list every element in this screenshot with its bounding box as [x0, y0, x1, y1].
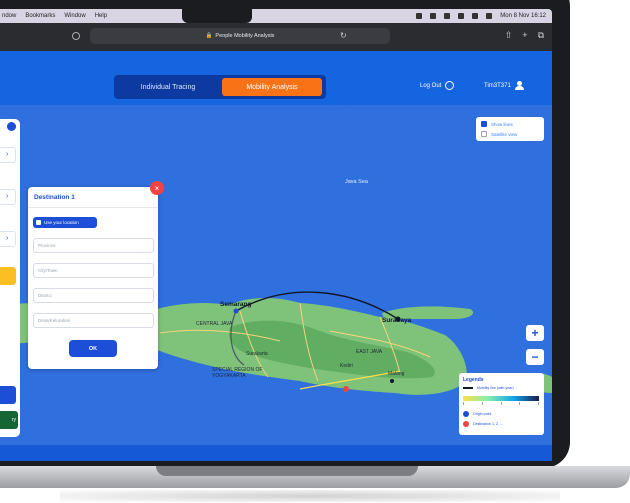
village-field[interactable]: Desa/Kelurahan [33, 313, 154, 328]
search-icon[interactable] [472, 13, 479, 19]
destination-dialog: Destination 1 × Use your location Provin… [28, 181, 164, 369]
destination-point-1 [343, 386, 349, 392]
share-icon[interactable]: ⇧ [505, 30, 513, 41]
checkbox-icon [36, 220, 41, 225]
battery-icon[interactable] [430, 13, 437, 19]
city-semarang: Semarang [220, 301, 252, 308]
app-status-icon[interactable] [416, 13, 423, 19]
dialog-title: Destination 1 [34, 194, 75, 201]
sidebar-toggle-dot[interactable] [7, 122, 16, 131]
username: Tim3T371 [484, 82, 511, 89]
chevron-right-icon: › [6, 193, 9, 200]
ok-button[interactable]: OK [69, 340, 117, 357]
legend-destination-row: Destination 1, 2, ... [463, 421, 503, 427]
user-icon [514, 81, 524, 90]
menubar-clock[interactable]: Mon 8 Nov 16:12 [500, 13, 546, 19]
city-kediri: Kediri [340, 363, 353, 369]
sidebar-row-2[interactable]: › [0, 189, 16, 205]
tab-individual-tracing[interactable]: Individual Tracing [118, 78, 218, 96]
power-icon [445, 81, 455, 90]
user-menu[interactable]: Tim3T371 [484, 81, 524, 90]
tabs-overview-icon[interactable]: ⧉ [538, 30, 544, 41]
new-tab-icon[interactable]: + [522, 30, 527, 41]
chevron-right-icon: › [6, 151, 9, 158]
legend-route-label: Mobility line (with year) [477, 386, 514, 390]
chevron-right-icon: › [6, 235, 9, 242]
lock-icon: 🔒 [205, 33, 213, 39]
use-location-label: Use your location [44, 220, 79, 225]
district-field[interactable]: District [33, 288, 154, 303]
bluetooth-icon[interactable] [458, 13, 465, 19]
app-navbar: Individual Tracing Mobility Analysis Log… [0, 51, 552, 105]
menu-item-window-partial[interactable]: ndow [2, 13, 16, 19]
logout-label: Log Out [420, 82, 442, 89]
show-lines-label: Show lines [491, 121, 513, 127]
city-surabaya: Surabaya [382, 317, 412, 324]
destination-dot-icon [463, 421, 469, 427]
year-gradient-scale [463, 396, 539, 401]
privacy-shield-icon[interactable] [72, 32, 80, 40]
zoom-out-button[interactable]: − [526, 349, 544, 365]
region-yogyakarta: SPECIAL REGION OF YOGYAKARTA [212, 367, 263, 379]
logout-button[interactable]: Log Out [420, 81, 455, 90]
laptop-hinge [156, 466, 418, 476]
year-gradient-ticks [463, 402, 539, 406]
tab-mobility-analysis[interactable]: Mobility Analysis [222, 78, 322, 96]
origin-dot-icon [463, 411, 469, 417]
address-bar-text: People Mobility Analysis [215, 33, 275, 39]
screen: ndow Bookmarks Window Help Mon 8 Nov 16:… [0, 9, 552, 461]
city-malang: Malang [388, 371, 405, 377]
legend-destination-label: Destination 1, 2, ... [473, 422, 503, 426]
sidebar-blue-button[interactable] [0, 386, 16, 404]
route-line-icon [463, 387, 473, 389]
browser-chrome: 🔒 People Mobility Analysis ↻ ⇧ + ⧉ [0, 23, 552, 51]
satellite-toggle[interactable]: Satellite view [481, 131, 517, 137]
legend-route-row: Mobility line (with year) [463, 386, 514, 390]
city-surakarta: Surakarta [246, 351, 268, 357]
close-button[interactable]: × [150, 181, 164, 195]
sidebar-row-1[interactable]: › [0, 147, 16, 163]
satellite-label: Satellite view [491, 131, 518, 137]
reload-icon[interactable]: ↻ [340, 31, 347, 40]
menu-item-bookmarks[interactable]: Bookmarks [25, 13, 55, 19]
sidebar-row-3[interactable]: › [0, 231, 16, 247]
show-lines-toggle[interactable]: Show lines [481, 121, 513, 127]
control-center-icon[interactable] [486, 13, 493, 19]
province-field[interactable]: Province [33, 238, 154, 253]
map-display-options: Show lines Satellite view [476, 117, 544, 141]
laptop-mockup: ndow Bookmarks Window Help Mon 8 Nov 16:… [0, 0, 630, 503]
sidebar-green-button[interactable]: ry [0, 411, 18, 429]
zoom-in-button[interactable]: + [526, 325, 544, 341]
map-legend: Legends Mobility line (with year) Origin… [459, 373, 544, 435]
sea-label: Java Sea [345, 179, 368, 185]
mode-tab-group: Individual Tracing Mobility Analysis [114, 75, 326, 99]
destination-point-malang [390, 379, 394, 383]
origin-point [233, 308, 239, 314]
use-location-toggle[interactable]: Use your location [33, 217, 97, 228]
close-icon: × [154, 183, 160, 193]
map-footer-bar [0, 445, 552, 461]
menu-item-help[interactable]: Help [95, 13, 107, 19]
region-east-java: EAST JAVA [356, 349, 383, 355]
dialog-divider [28, 207, 158, 208]
legend-origin-row: Origin point [463, 411, 491, 417]
checkbox-checked-icon [481, 121, 487, 127]
menu-item-window[interactable]: Window [64, 13, 85, 19]
sidebar-orange-button[interactable] [0, 267, 16, 285]
legend-origin-label: Origin point [473, 412, 492, 416]
camera-notch [182, 9, 252, 23]
laptop-shadow [60, 490, 560, 502]
city-field[interactable]: City/Town [33, 263, 154, 278]
sidebar-green-label: ry [11, 417, 16, 423]
checkbox-unchecked-icon [481, 131, 487, 137]
legend-title: Legends [463, 377, 484, 383]
mac-menubar: ndow Bookmarks Window Help Mon 8 Nov 16:… [0, 9, 552, 23]
region-central-java: CENTRAL JAVA [196, 321, 233, 327]
wifi-icon[interactable] [444, 13, 451, 19]
